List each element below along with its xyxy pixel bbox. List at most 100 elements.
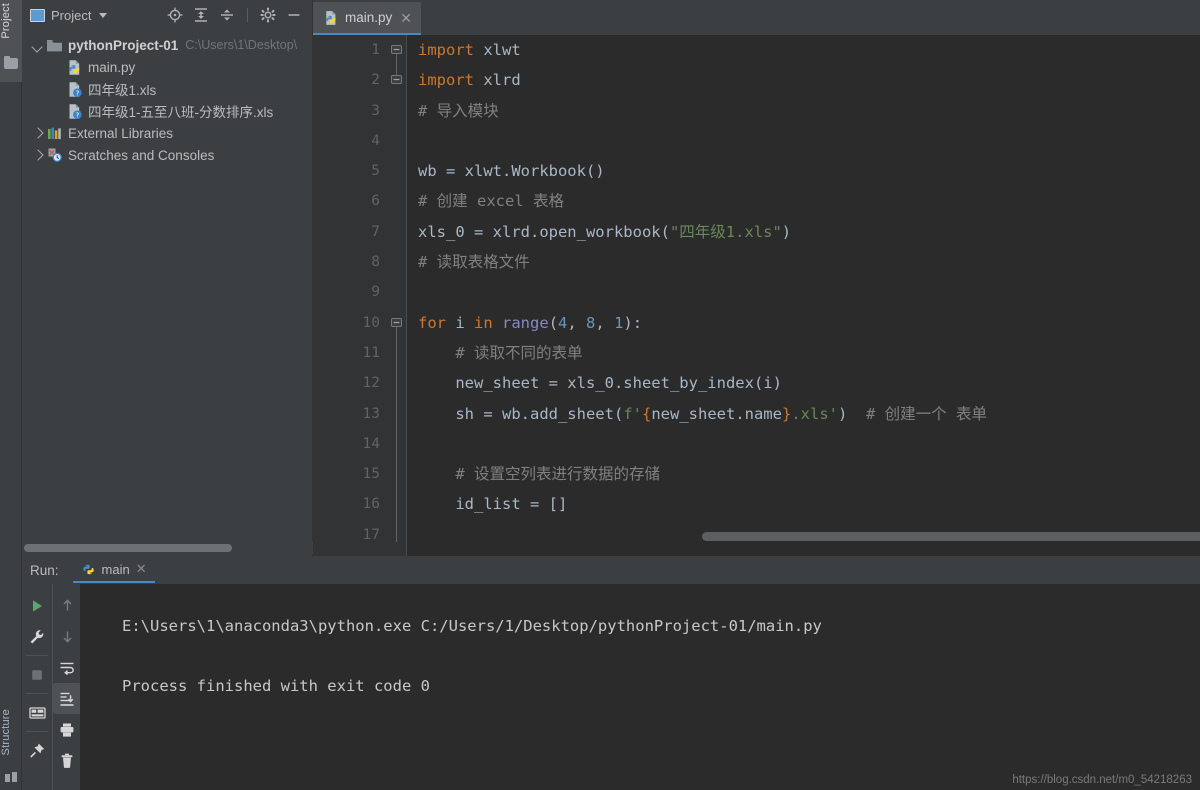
project-panel-title: Project [51,8,91,23]
run-console-body: E:\Users\1\anaconda3\python.exe C:/Users… [22,584,1200,790]
editor-area: main.py ✕ 1234567891011121314151617 [313,0,1200,556]
project-title-group[interactable]: Project [30,8,107,23]
trash-icon [59,753,75,769]
edit-configurations-button[interactable] [22,621,52,652]
run-tab-main[interactable]: main ✕ [73,557,155,583]
line-number: 6 [313,186,388,216]
console-output[interactable]: E:\Users\1\anaconda3\python.exe C:/Users… [80,584,1200,790]
code-token: # 创建一个 表单 [866,405,987,423]
close-icon[interactable]: ✕ [136,561,147,577]
scroll-to-end-button[interactable] [53,683,81,714]
close-icon[interactable]: ✕ [400,11,412,25]
minimize-icon[interactable] [286,7,302,23]
code-token: for [418,314,446,332]
stop-icon [29,667,45,683]
tree-node-label: pythonProject-01 [68,38,178,53]
gear-icon[interactable] [260,7,276,23]
stop-button[interactable] [22,659,52,690]
layout-settings-button[interactable] [22,697,52,728]
project-horizontal-scrollbar[interactable] [22,541,313,554]
next-occurrence-button[interactable] [53,621,81,652]
line-number: 16 [313,489,388,519]
tree-node-xls-1[interactable]: ? 四年级1.xls [22,78,312,100]
scrollbar-thumb[interactable] [702,532,1200,541]
watermark: https://blog.csdn.net/m0_54218263 [1012,774,1192,786]
fold-collapse-icon[interactable] [390,43,403,56]
tree-node-xls-2[interactable]: ? 四年级1-五至八班-分数排序.xls [22,100,312,122]
code-line: # 设置空列表进行数据的存储 [418,459,1200,489]
clear-all-button[interactable] [53,745,81,776]
code-token: # 导入模块 [418,102,499,120]
unknown-file-icon: ? [66,81,83,98]
previous-occurrence-button[interactable] [53,590,81,621]
pin-tab-button[interactable] [22,735,52,766]
code-line: id_list = [] [418,489,1200,519]
code-token: f' [623,405,642,423]
tree-node-label: External Libraries [68,126,173,141]
chevron-down-icon[interactable] [30,38,44,52]
code-token: } [782,405,791,423]
folder-icon [46,38,63,53]
source-code[interactable]: import xlwtimport xlrd# 导入模块 wb = xlwt.W… [407,35,1200,556]
tree-node-external-libraries[interactable]: External Libraries [22,122,312,144]
chevron-down-icon[interactable] [99,13,107,18]
toolbar-divider [247,8,248,22]
editor-horizontal-scrollbar[interactable] [407,531,1200,542]
run-icon [29,598,45,614]
code-line: new_sheet = xls_0.sheet_by_index(i) [418,368,1200,398]
line-number: 8 [313,247,388,277]
code-line: # 导入模块 [418,96,1200,126]
line-number: 17 [313,520,388,550]
line-number: 13 [313,399,388,429]
project-tool-window: Project [22,0,313,556]
tree-node-project-root[interactable]: pythonProject-01 C:\Users\1\Desktop\ [22,34,312,56]
fold-collapse-icon[interactable] [390,73,403,86]
chevron-right-icon[interactable] [30,126,44,140]
code-token: in [474,314,493,332]
pycharm-window: Project Structure Project [0,0,1200,790]
code-line: wb = xlwt.Workbook() [418,156,1200,186]
line-number: 10 [313,308,388,338]
collapse-all-icon[interactable] [193,7,209,23]
print-button[interactable] [53,714,81,745]
code-token: import [418,71,474,89]
chevron-right-icon[interactable] [30,148,44,162]
folder-icon [4,58,18,70]
toolbar-divider [26,655,48,656]
wrench-icon [29,629,45,645]
line-number: 11 [313,338,388,368]
code-token: wb = xlwt.Workbook() [418,162,605,180]
code-token: 1 [614,314,623,332]
code-line [418,429,1200,459]
code-token [493,314,502,332]
code-token: "四年级1.xls" [670,223,782,241]
editor-tab-label: main.py [345,10,392,25]
line-number-gutter[interactable]: 1234567891011121314151617 [313,35,388,556]
target-icon[interactable] [167,7,183,23]
arrow-down-icon [60,629,75,644]
code-line: import xlrd [418,65,1200,95]
code-token: i [446,314,474,332]
code-line: # 创建 excel 表格 [418,186,1200,216]
code-line: # 读取表格文件 [418,247,1200,277]
python-file-icon [81,562,96,577]
editor-tab-main-py[interactable]: main.py ✕ [313,2,421,35]
code-token: ) [838,405,866,423]
tree-node-scratches-and-consoles[interactable]: Scratches and Consoles [22,144,312,166]
code-folding-strip[interactable] [388,35,406,556]
rerun-button[interactable] [22,590,52,621]
svg-text:?: ? [75,110,79,119]
code-token: ) [782,223,791,241]
print-icon [59,722,75,738]
line-number: 7 [313,217,388,247]
scratches-icon [46,147,63,163]
tree-node-main-py[interactable]: main.py [22,56,312,78]
expand-all-icon[interactable] [219,7,235,23]
unknown-file-icon: ? [66,103,83,120]
console-command-line: E:\Users\1\anaconda3\python.exe C:/Users… [122,617,822,635]
project-tree: pythonProject-01 C:\Users\1\Desktop\ mai… [22,30,312,556]
code-token: # 创建 excel 表格 [418,192,564,210]
scrollbar-thumb[interactable] [24,544,232,552]
soft-wrap-button[interactable] [53,652,81,683]
code-line: # 读取不同的表单 [418,338,1200,368]
